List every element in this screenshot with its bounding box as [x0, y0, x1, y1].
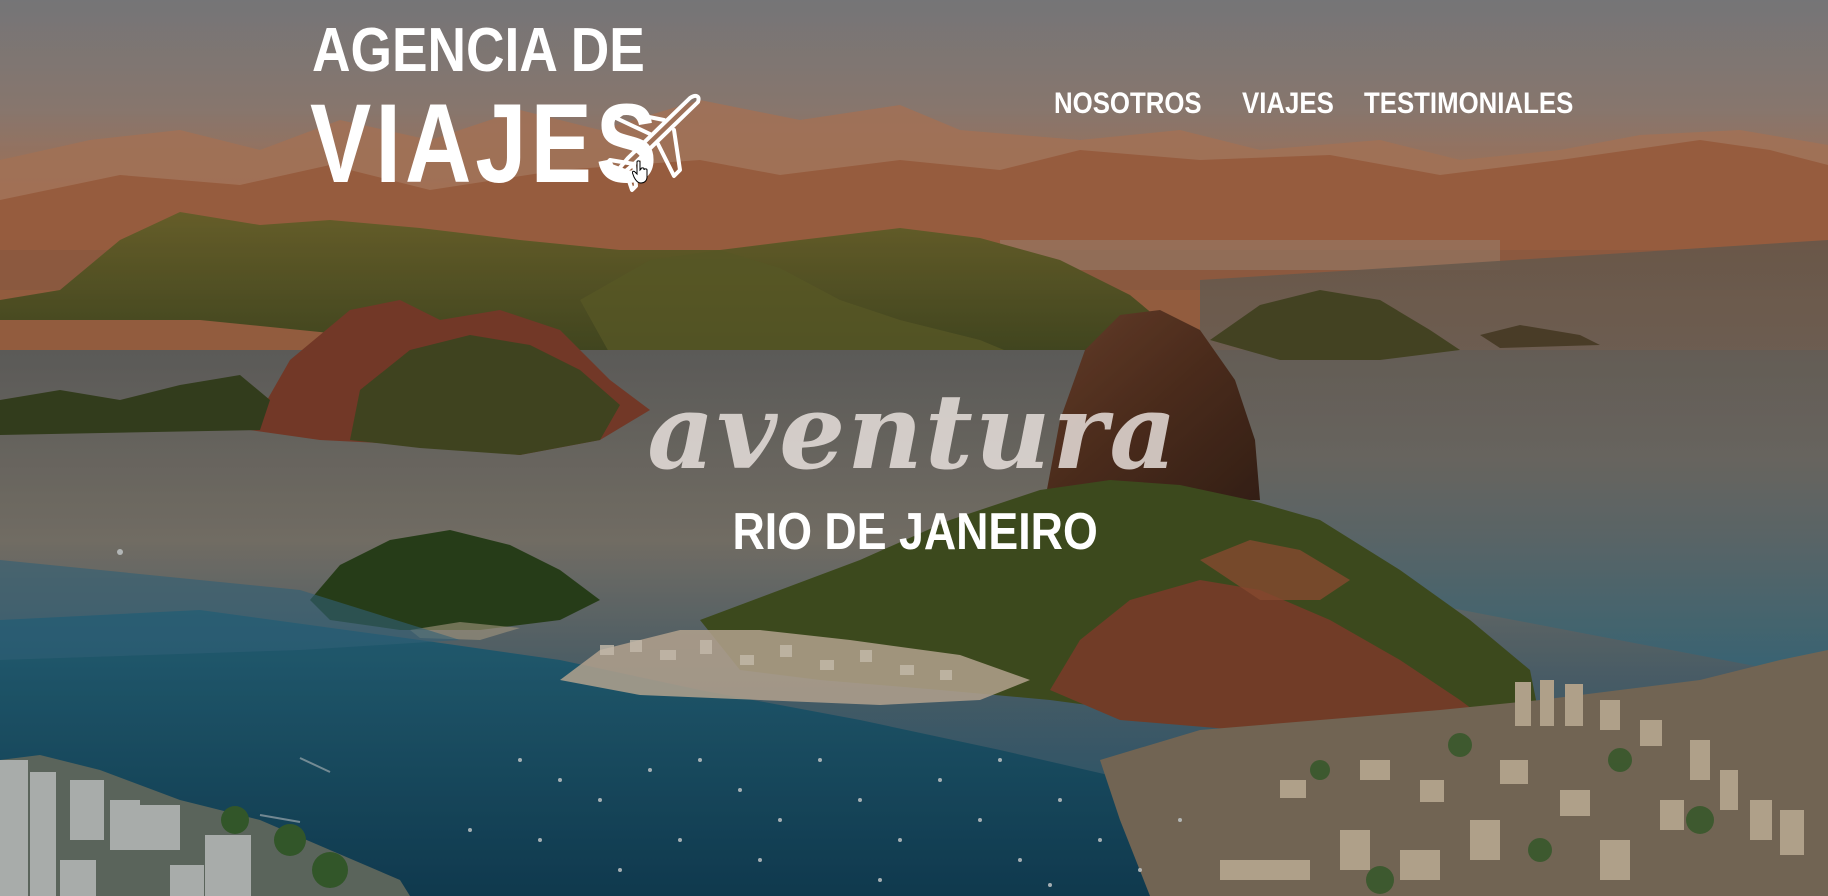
main-nav: NOSOTROS VIAJES TESTIMONIALES: [1054, 86, 1590, 122]
hand-cursor-icon: [632, 160, 648, 184]
nav-link-testimoniales[interactable]: TESTIMONIALES: [1364, 86, 1573, 122]
site-header: AGENCIA DE VIAJES NOSOTROS VIAJES TESTIM…: [0, 0, 1828, 200]
hero-script-text: aventura: [647, 370, 1179, 493]
nav-link-nosotros[interactable]: NOSOTROS: [1054, 86, 1202, 122]
hero-title: RIO DE JANEIRO: [732, 503, 1098, 561]
logo[interactable]: AGENCIA DE VIAJES: [310, 16, 712, 200]
nav-link-viajes[interactable]: VIAJES: [1242, 86, 1334, 122]
hero-section: AGENCIA DE VIAJES NOSOTROS VIAJES TESTIM…: [0, 0, 1828, 896]
logo-text-line1: AGENCIA DE: [312, 16, 645, 85]
